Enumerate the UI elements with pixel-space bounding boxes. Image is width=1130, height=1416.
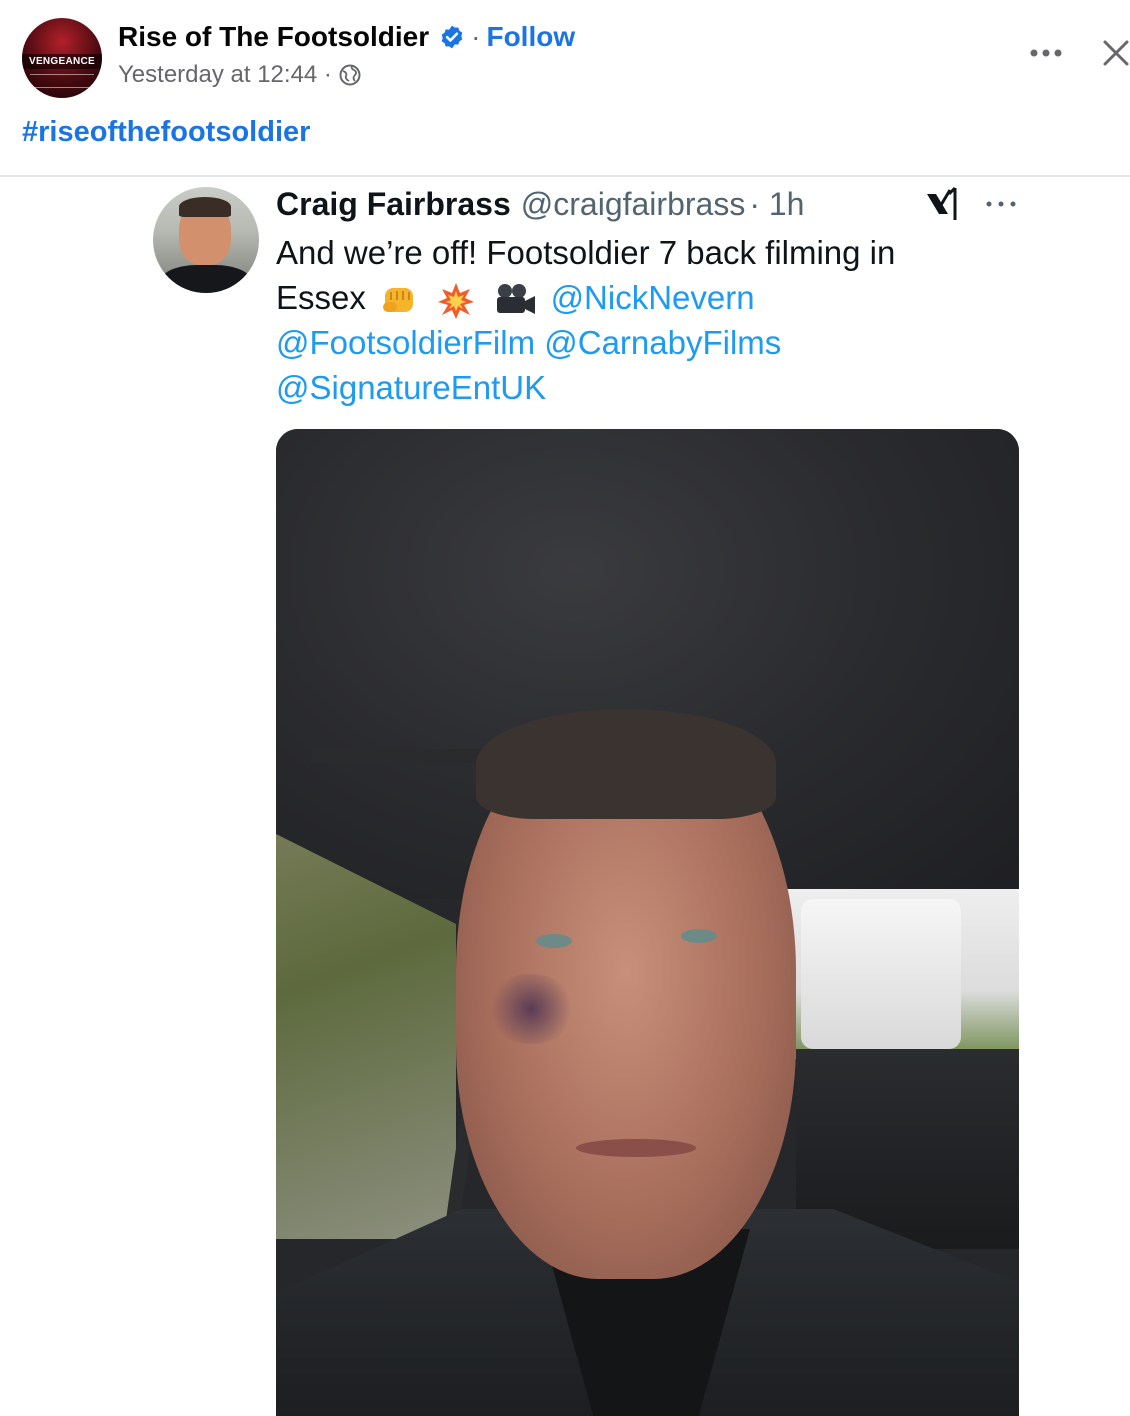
tweet-author-handle: @craigfairbrass [520, 186, 746, 222]
hashtag-link[interactable]: #riseofthefootsoldier [22, 114, 310, 150]
post-meta: Yesterday at 12:44 · [118, 60, 362, 90]
globe-icon [339, 64, 361, 86]
mention-footsoldierfilm: @FootsoldierFilm [276, 324, 536, 361]
page-name-row: Rise of The Footsoldier · Follow [118, 20, 575, 54]
white-van [801, 899, 961, 1049]
x-logo-icon [927, 186, 957, 220]
close-icon[interactable] [1100, 37, 1130, 69]
page-name[interactable]: Rise of The Footsoldier [118, 20, 429, 54]
tweet-time: · 1h [749, 186, 805, 222]
oncoming-fist-icon [383, 288, 414, 313]
tweet-text-line-2: Essex @NickNevern [276, 275, 996, 320]
movie-camera-icon [497, 284, 536, 315]
man-hair [476, 709, 776, 819]
post-header: VENGEANCE Rise of The Footsoldier · Foll… [0, 0, 1130, 110]
separator-dot: · [471, 21, 481, 52]
mention-signatureentuk: @SignatureEntUK [276, 369, 547, 406]
tweet-more-icon [986, 201, 1016, 207]
page-avatar[interactable]: VENGEANCE [22, 18, 102, 98]
follow-button[interactable]: Follow [486, 20, 575, 54]
avatar-brand-text: VENGEANCE [22, 54, 102, 69]
bruise [486, 974, 576, 1044]
divider [0, 175, 1130, 177]
tweet-text-line-3: @FootsoldierFilm @CarnabyFilms [276, 320, 996, 365]
avatar-hair [179, 197, 231, 217]
mention-nicknevern: @NickNevern [550, 279, 755, 316]
tweet-text-essex: Essex [276, 279, 366, 316]
tweet-text: And we’re off! Footsoldier 7 back filmin… [276, 230, 996, 410]
tweet-author-name: Craig Fairbrass [276, 186, 511, 222]
more-options-icon[interactable] [1026, 40, 1066, 66]
tweet-text-line-4: @SignatureEntUK [276, 365, 996, 410]
verified-badge-icon [441, 25, 463, 49]
post-timestamp[interactable]: Yesterday at 12:44 · [118, 60, 332, 90]
collision-icon [438, 283, 475, 320]
mention-carnabyfilms: @CarnabyFilms [544, 324, 782, 361]
tweet-author-avatar [153, 187, 259, 293]
left-eye [536, 934, 572, 948]
right-eye [681, 929, 717, 943]
avatar-shirt [161, 265, 251, 293]
tweet-text-line-1: And we’re off! Footsoldier 7 back filmin… [276, 234, 896, 271]
tweet-photo[interactable] [276, 429, 1019, 1416]
mouth [576, 1139, 696, 1157]
tweet-header: Craig Fairbrass @craigfairbrass · 1h [276, 184, 804, 224]
avatar-decoration [30, 74, 94, 88]
